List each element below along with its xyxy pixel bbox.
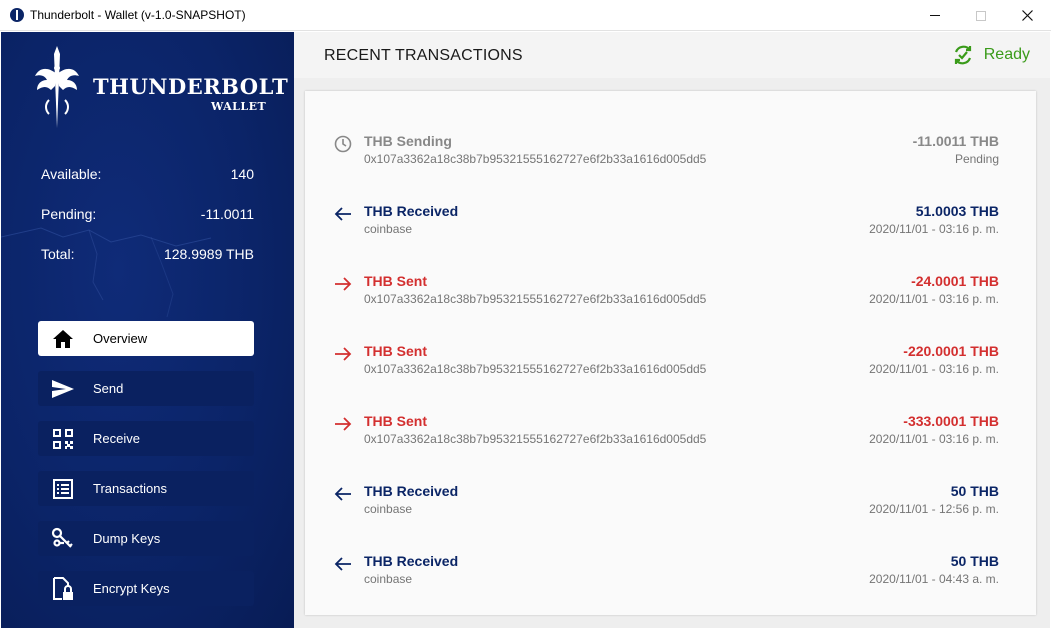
transaction-date: 2020/11/01 - 03:16 p. m. xyxy=(869,292,999,306)
transaction-detail: 0x107a3362a18c38b7b95321555162727e6f2b33… xyxy=(364,292,707,306)
close-button[interactable] xyxy=(1004,0,1050,31)
nav-item-receive[interactable]: Receive xyxy=(38,421,254,456)
arrow-right-icon xyxy=(333,414,353,434)
nav-item-overview[interactable]: Overview xyxy=(38,321,254,356)
arrow-left-icon xyxy=(333,204,353,224)
nav-item-label: Receive xyxy=(93,431,140,446)
nav-item-transactions[interactable]: Transactions xyxy=(38,471,254,506)
transaction-detail: 0x107a3362a18c38b7b95321555162727e6f2b33… xyxy=(364,362,707,376)
transaction-date: 2020/11/01 - 03:16 p. m. xyxy=(869,222,999,236)
transaction-amount: 51.0003 THB xyxy=(915,203,999,219)
balance-total: Total: 128.9989 THB xyxy=(41,246,254,266)
clock-icon xyxy=(333,134,353,154)
main-header: RECENT TRANSACTIONS Ready xyxy=(294,32,1050,78)
transaction-row[interactable]: THB Sent 0x107a3362a18c38b7b9532155516272… xyxy=(305,412,1036,452)
sync-check-icon xyxy=(954,45,971,65)
transaction-amount: 50 THB xyxy=(950,553,999,569)
window-title: Thunderbolt - Wallet (v-1.0-SNAPSHOT) xyxy=(30,8,246,22)
transaction-title: THB Sending xyxy=(364,133,452,149)
arrow-left-icon xyxy=(333,554,353,574)
window-titlebar: Thunderbolt - Wallet (v-1.0-SNAPSHOT) xyxy=(0,0,1051,31)
sync-status: Ready xyxy=(952,44,1030,66)
transaction-amount: -11.0011 THB xyxy=(912,133,999,149)
transaction-amount: -220.0001 THB xyxy=(903,343,999,359)
send-icon xyxy=(38,379,88,398)
balance-total-label: Total: xyxy=(41,246,75,262)
nav-item-encrypt-keys[interactable]: Encrypt Keys xyxy=(38,571,254,606)
transaction-date: 2020/11/01 - 03:16 p. m. xyxy=(869,432,999,446)
sidebar: THUNDERBOLT WALLET Available: 140 Pendin… xyxy=(1,32,294,628)
transaction-title: THB Received xyxy=(364,553,459,569)
balance-available-label: Available: xyxy=(41,166,102,182)
transaction-title: THB Sent xyxy=(364,273,427,289)
transaction-row[interactable]: THB Sending 0x107a3362a18c38b7b9532155516… xyxy=(305,132,1036,172)
transaction-date: 2020/11/01 - 04:43 a. m. xyxy=(869,572,999,586)
balance-pending-value: -11.0011 xyxy=(200,206,254,222)
brand-name: THUNDERBOLT xyxy=(93,74,289,99)
status-text: Ready xyxy=(983,46,1030,63)
maximize-button[interactable] xyxy=(958,0,1004,31)
transaction-detail: coinbase xyxy=(364,502,413,516)
transaction-date: 2020/11/01 - 12:56 p. m. xyxy=(869,502,999,516)
balance-available: Available: 140 xyxy=(41,166,254,186)
nav-item-label: Overview xyxy=(93,331,148,346)
app-icon xyxy=(10,8,24,22)
page-title: RECENT TRANSACTIONS xyxy=(324,47,523,64)
transaction-row[interactable]: THB Sent 0x107a3362a18c38b7b9532155516272… xyxy=(305,342,1036,382)
file-lock-icon xyxy=(38,576,88,601)
transaction-title: THB Received xyxy=(364,483,459,499)
transaction-row[interactable]: THB Received coinbase 50 THB 2020/11/01 - 1… xyxy=(305,482,1036,522)
transaction-row[interactable]: THB Received coinbase 51.0003 THB 2020/11/0… xyxy=(305,202,1036,242)
keys-icon xyxy=(38,527,88,551)
transaction-title: THB Sent xyxy=(364,413,427,429)
transaction-detail: coinbase xyxy=(364,222,413,236)
transaction-row[interactable]: THB Received coinbase 50 THB 2020/11/01 - 0… xyxy=(305,552,1036,592)
arrow-left-icon xyxy=(333,484,353,504)
transaction-detail: 0x107a3362a18c38b7b95321555162727e6f2b33… xyxy=(364,432,707,446)
transaction-title: THB Received xyxy=(364,203,459,219)
transaction-detail: 0x107a3362a18c38b7b95321555162727e6f2b33… xyxy=(364,152,707,166)
list-icon xyxy=(38,478,88,499)
brand-subtitle: WALLET xyxy=(211,100,267,113)
transaction-date: Pending xyxy=(954,152,999,166)
close-icon xyxy=(1021,10,1033,21)
maximize-icon xyxy=(976,10,986,21)
nav-item-label: Encrypt Keys xyxy=(93,581,170,596)
transaction-date: 2020/11/01 - 03:16 p. m. xyxy=(869,362,999,376)
transaction-amount: -24.0001 THB xyxy=(911,273,999,289)
arrow-right-icon xyxy=(333,274,353,294)
balance-total-value: 128.9989 THB xyxy=(163,246,254,262)
minimize-button[interactable] xyxy=(912,0,958,31)
nav-item-dump-keys[interactable]: Dump Keys xyxy=(38,521,254,556)
minimize-icon xyxy=(930,15,940,16)
nav-item-label: Send xyxy=(93,381,124,396)
nav-item-send[interactable]: Send xyxy=(38,371,254,406)
main-panel: RECENT TRANSACTIONS Ready THB Sending 0x1… xyxy=(294,32,1050,628)
nav-item-label: Transactions xyxy=(93,481,167,496)
transaction-title: THB Sent xyxy=(364,343,427,359)
qr-code-icon xyxy=(38,428,88,449)
transaction-row[interactable]: THB Sent 0x107a3362a18c38b7b9532155516272… xyxy=(305,272,1036,312)
transactions-card: THB Sending 0x107a3362a18c38b7b9532155516… xyxy=(305,91,1036,615)
brand-logo: THUNDERBOLT WALLET xyxy=(33,44,288,134)
winged-crest-icon xyxy=(35,46,79,128)
balance-available-value: 140 xyxy=(230,166,254,182)
transaction-amount: 50 THB xyxy=(950,483,999,499)
balance-pending: Pending: -11.0011 xyxy=(41,206,254,226)
transaction-amount: -333.0001 THB xyxy=(903,413,999,429)
home-icon xyxy=(38,329,88,348)
transaction-detail: coinbase xyxy=(364,572,413,586)
nav-item-label: Dump Keys xyxy=(93,531,161,546)
balance-pending-label: Pending: xyxy=(41,206,97,222)
arrow-right-icon xyxy=(333,344,353,364)
